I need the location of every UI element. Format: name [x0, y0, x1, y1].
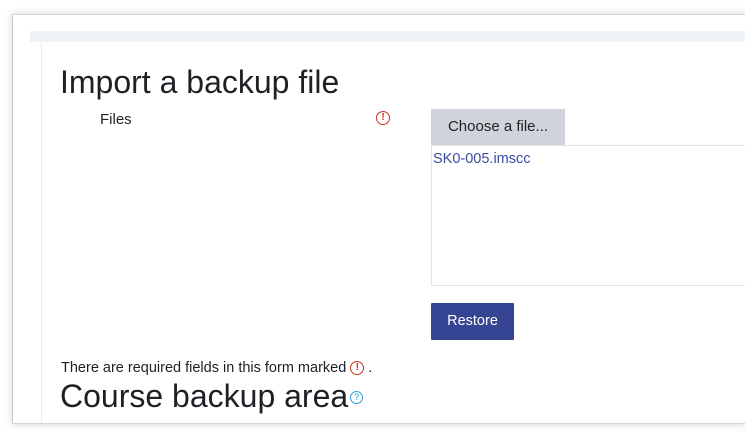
choose-file-button[interactable]: Choose a file... [431, 109, 565, 145]
page-title: Import a backup file [60, 64, 340, 100]
selected-file-link[interactable]: SK0-005.imscc [433, 151, 531, 167]
restore-button[interactable]: Restore [431, 303, 514, 340]
section-title-text: Course backup area [60, 378, 349, 414]
required-note-text: There are required fields in this form m… [61, 360, 347, 376]
help-icon[interactable]: ? [350, 390, 364, 404]
required-note-period: . [368, 360, 373, 376]
section-title: Course backup area ? [60, 376, 364, 416]
required-fields-note: There are required fields in this form m… [61, 359, 372, 377]
page-header-band [30, 31, 745, 42]
files-label: Files [100, 111, 132, 128]
required-icon: ! [350, 361, 365, 375]
file-drop-area[interactable]: SK0-005.imscc [431, 145, 745, 286]
required-icon: ! [376, 111, 390, 125]
